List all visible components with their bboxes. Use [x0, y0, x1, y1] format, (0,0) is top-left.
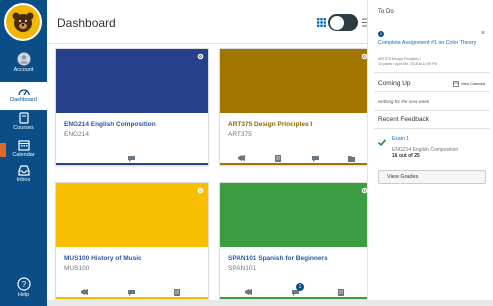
- nav-dashboard[interactable]: Dashboard: [0, 82, 47, 110]
- coming-up-empty: Nothing for the next week: [378, 99, 430, 104]
- avatar-icon: [17, 52, 30, 66]
- book-icon: [18, 112, 29, 124]
- course-name[interactable]: ART375 Design Principles I: [228, 121, 312, 128]
- card-actions: 1: [220, 283, 372, 296]
- recent-feedback-heading: Recent Feedback: [378, 116, 429, 123]
- view-grades-button[interactable]: View Grades: [378, 170, 486, 184]
- card-hero[interactable]: [220, 49, 372, 113]
- view-calendar-label: View Calendar: [461, 82, 486, 86]
- todo-heading: To Do: [378, 9, 394, 15]
- school-logo[interactable]: [4, 3, 42, 41]
- divider: [374, 128, 490, 129]
- help-icon: ?: [16, 277, 31, 291]
- course-code: MUS100: [64, 265, 90, 272]
- todo-due: 10 points • April 6th, 2018 at 11:59 PM: [378, 62, 438, 66]
- horizontal-scrollbar[interactable]: [47, 300, 493, 306]
- bear-icon: [12, 12, 34, 32]
- dashboard-main: Dashboard ENG214 English Composition ENG…: [47, 0, 373, 306]
- view-toggle[interactable]: [328, 14, 358, 31]
- coming-up-heading: Coming Up: [378, 80, 411, 87]
- todo-count-badge: 1: [378, 31, 384, 37]
- feedback-score: 16 out of 25: [392, 153, 420, 159]
- divider: [374, 110, 490, 111]
- card-actions: [220, 149, 372, 162]
- card-hero[interactable]: [220, 183, 372, 247]
- nav-help[interactable]: ? Help: [0, 277, 47, 299]
- course-name[interactable]: ENG214 English Composition: [64, 121, 156, 128]
- gear-icon[interactable]: [197, 187, 204, 194]
- view-calendar-link[interactable]: View Calendar: [453, 81, 486, 87]
- dismiss-todo-button[interactable]: ×: [481, 30, 485, 37]
- card-actions: [56, 149, 208, 162]
- course-code: ART375: [228, 131, 252, 138]
- nav-dashboard-label: Dashboard: [10, 97, 37, 103]
- unread-badge: 1: [296, 283, 304, 291]
- course-card[interactable]: ART375 Design Principles I ART375: [219, 48, 373, 166]
- nav-inbox[interactable]: Inbox: [0, 164, 47, 184]
- card-accent: [56, 297, 208, 299]
- course-card[interactable]: SPAN101 Spanish for Beginners SPAN101 1: [219, 182, 373, 300]
- nav-courses[interactable]: Courses: [0, 112, 47, 132]
- dashboard-header: Dashboard: [47, 0, 367, 44]
- course-code: SPAN101: [228, 265, 257, 272]
- nav-courses-label: Courses: [13, 125, 34, 131]
- page-title: Dashboard: [57, 16, 116, 30]
- card-actions: [56, 283, 208, 296]
- calendar-icon: [17, 140, 30, 151]
- gear-icon[interactable]: [197, 53, 204, 60]
- divider: [374, 72, 490, 73]
- nav-calendar-label: Calendar: [12, 152, 35, 158]
- nav-calendar[interactable]: Calendar: [0, 139, 47, 159]
- divider: [374, 91, 490, 92]
- inbox-icon: [17, 165, 30, 176]
- feedback-title-link[interactable]: Exam 1: [392, 136, 409, 142]
- nav-account-label: Account: [13, 67, 34, 73]
- dashboard-icon: [17, 89, 30, 96]
- card-hero[interactable]: [56, 183, 208, 247]
- card-accent: [56, 163, 208, 165]
- global-nav: Account Dashboard Courses Calendar Inbox…: [0, 0, 47, 306]
- card-view-icon[interactable]: [317, 18, 326, 27]
- course-code: ENG214: [64, 131, 89, 138]
- toggle-knob: [330, 15, 344, 30]
- nav-account[interactable]: Account: [0, 52, 47, 74]
- nav-inbox-label: Inbox: [16, 177, 31, 183]
- todo-item-link[interactable]: Complete Assignment #1 on Color Theory: [378, 40, 478, 47]
- check-icon: [378, 139, 386, 146]
- calendar-icon: [453, 81, 459, 87]
- card-hero[interactable]: [56, 49, 208, 113]
- right-sidebar: To Do 1 × Complete Assignment #1 on Colo…: [367, 0, 493, 306]
- course-card[interactable]: ENG214 English Composition ENG214: [55, 48, 209, 166]
- card-accent: [220, 297, 372, 299]
- course-name[interactable]: MUS100 History of Music: [64, 255, 142, 262]
- svg-text:?: ?: [21, 280, 26, 289]
- course-name[interactable]: SPAN101 Spanish for Beginners: [228, 255, 328, 262]
- nav-help-label: Help: [17, 292, 30, 298]
- card-accent: [220, 163, 372, 165]
- course-card[interactable]: MUS100 History of Music MUS100: [55, 182, 209, 300]
